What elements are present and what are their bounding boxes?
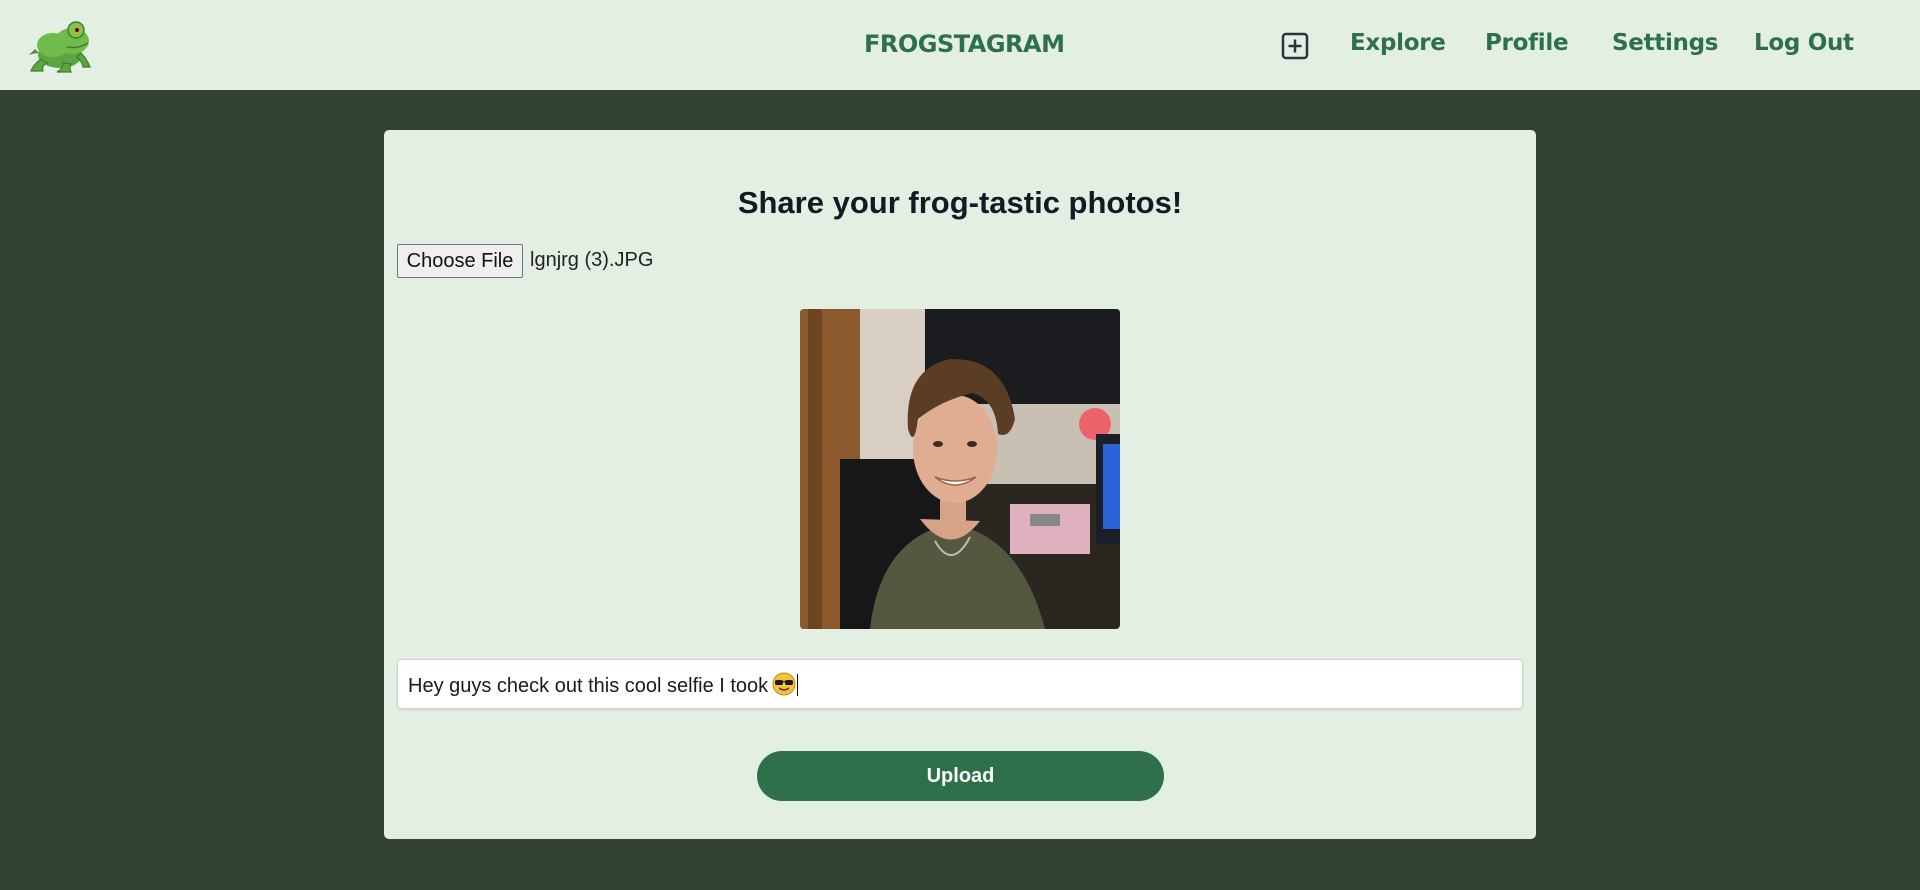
upload-card: Share your frog-tastic photos! Choose Fi… — [384, 130, 1536, 839]
plus-square-icon[interactable] — [1280, 31, 1310, 61]
upload-heading: Share your frog-tastic photos! — [737, 185, 1183, 220]
upload-button[interactable]: Upload — [757, 751, 1164, 801]
caption-text: Hey guys check out this cool selfie I to… — [408, 675, 769, 697]
nav-settings-link[interactable]: Settings — [1612, 30, 1718, 56]
top-navigation-bar: FROGSTAGRAM Explore Profile Settings Log… — [0, 0, 1920, 90]
sunglasses-emoji-icon — [772, 672, 796, 696]
choose-file-button[interactable]: Choose File — [397, 244, 523, 278]
nav-explore-link[interactable]: Explore — [1350, 30, 1446, 56]
nav-logout-link[interactable]: Log Out — [1754, 30, 1854, 56]
text-caret — [797, 674, 799, 696]
nav-profile-link[interactable]: Profile — [1485, 30, 1569, 56]
caption-input[interactable]: Hey guys check out this cool selfie I to… — [397, 659, 1523, 709]
selected-file-name: lgnjrg (3).JPG — [530, 249, 654, 271]
photo-preview — [800, 309, 1120, 629]
frog-icon[interactable] — [27, 17, 93, 73]
brand-title[interactable]: FROGSTAGRAM — [864, 30, 1065, 58]
